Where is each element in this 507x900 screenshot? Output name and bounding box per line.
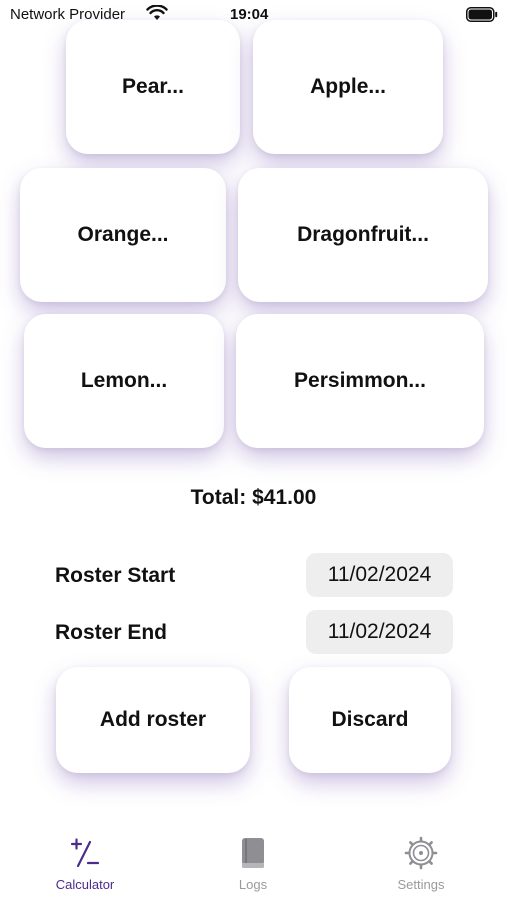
item-card-label: Pear...: [122, 75, 184, 98]
discard-label: Discard: [331, 708, 409, 731]
battery-icon: [466, 7, 498, 22]
roster-start-label: Roster Start: [55, 564, 176, 587]
item-card-apple[interactable]: Apple...: [253, 20, 443, 154]
item-card-dragonfruit[interactable]: Dragonfruit...: [238, 168, 488, 302]
gear-icon: [361, 836, 481, 875]
item-card-label: Lemon...: [80, 369, 168, 392]
tab-settings[interactable]: Settings: [361, 836, 481, 892]
plus-minus-icon: [25, 836, 145, 875]
tab-logs-label: Logs: [238, 877, 268, 892]
roster-start-date-picker[interactable]: 11/02/2024: [306, 553, 453, 597]
roster-end-date-picker[interactable]: 11/02/2024: [306, 610, 453, 654]
discard-button[interactable]: Discard: [289, 667, 451, 773]
roster-end-label: Roster End: [55, 621, 168, 644]
tab-calculator[interactable]: Calculator: [25, 836, 145, 892]
add-roster-label: Add roster: [99, 708, 207, 731]
item-card-lemon[interactable]: Lemon...: [24, 314, 224, 448]
add-roster-button[interactable]: Add roster: [56, 667, 250, 773]
book-icon: [193, 836, 313, 875]
tab-logs[interactable]: Logs: [193, 836, 313, 892]
tab-bar: Calculator Logs Settings: [0, 836, 507, 900]
item-card-label: Orange...: [77, 223, 169, 246]
item-card-label: Dragonfruit...: [297, 223, 429, 246]
roster-start-date-value: 11/02/2024: [327, 563, 432, 586]
item-card-persimmon[interactable]: Persimmon...: [236, 314, 484, 448]
clock: 19:04: [230, 6, 269, 23]
item-card-pear[interactable]: Pear...: [66, 20, 240, 154]
item-card-label: Apple...: [310, 75, 386, 98]
roster-end-date-value: 11/02/2024: [327, 620, 432, 643]
wifi-icon: [146, 4, 168, 21]
item-card-label: Persimmon...: [294, 369, 426, 392]
total-amount: Total: $41.00: [190, 486, 317, 509]
tab-calculator-label: Calculator: [55, 877, 115, 892]
tab-settings-label: Settings: [397, 877, 445, 892]
item-card-orange[interactable]: Orange...: [20, 168, 226, 302]
